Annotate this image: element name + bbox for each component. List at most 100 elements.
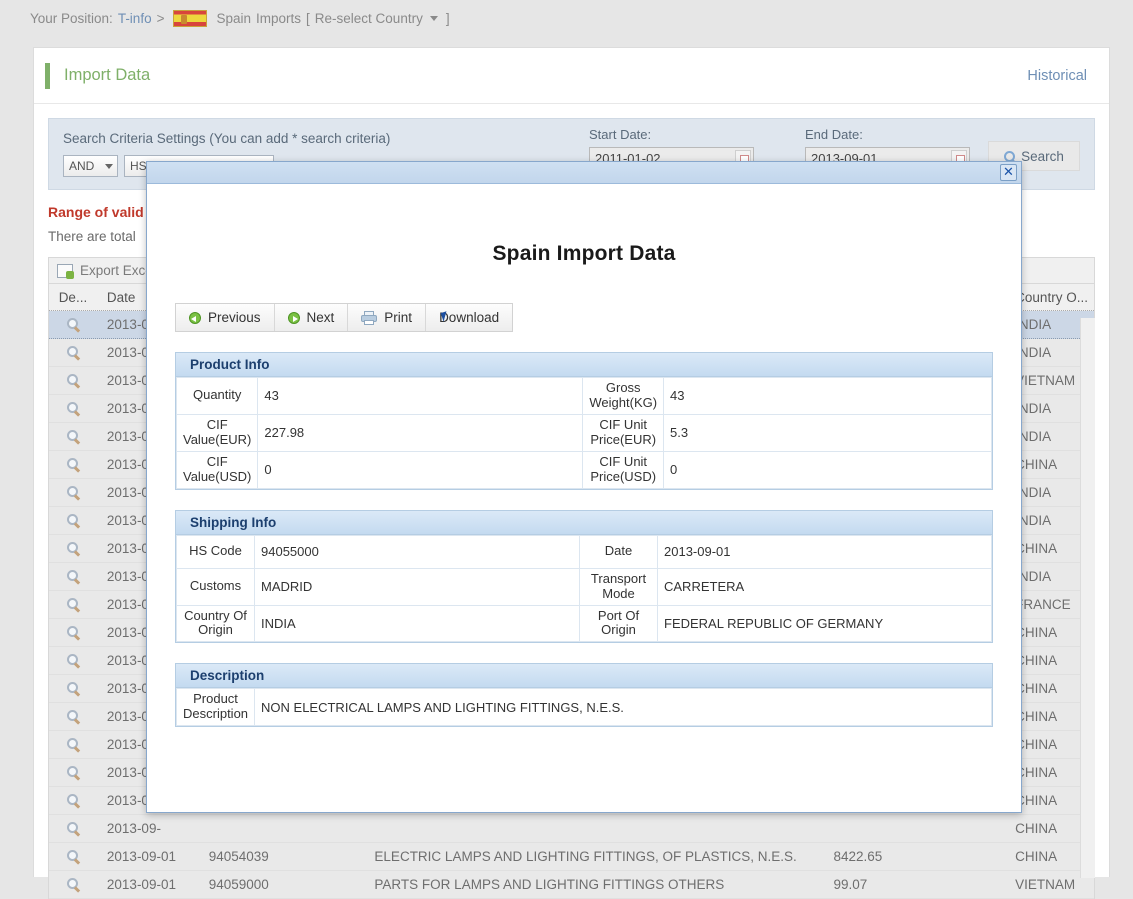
chevron-down-icon[interactable] bbox=[430, 16, 438, 21]
breadcrumb-section: Imports bbox=[256, 11, 301, 26]
magnifier-icon[interactable] bbox=[67, 878, 78, 889]
detail-cell[interactable] bbox=[49, 541, 97, 556]
detail-cell[interactable] bbox=[49, 373, 97, 388]
detail-cell[interactable] bbox=[49, 345, 97, 360]
magnifier-icon[interactable] bbox=[67, 430, 78, 441]
detail-cell[interactable] bbox=[49, 597, 97, 612]
table-row[interactable]: 2013-09-0194054039ELECTRIC LAMPS AND LIG… bbox=[49, 843, 1094, 871]
table-row[interactable]: 2013-09-0194059000PARTS FOR LAMPS AND LI… bbox=[49, 871, 1094, 899]
magnifier-icon[interactable] bbox=[67, 486, 78, 497]
print-button[interactable]: Print bbox=[348, 304, 426, 331]
previous-button[interactable]: Previous bbox=[176, 304, 275, 331]
table-row: Product Description NON ELECTRICAL LAMPS… bbox=[177, 689, 992, 726]
table-row: Country Of Origin INDIA Port Of Origin F… bbox=[177, 605, 992, 642]
detail-cell[interactable] bbox=[49, 765, 97, 780]
column-header-detail[interactable]: De... bbox=[49, 290, 97, 305]
hs-code-value: 94055000 bbox=[255, 535, 580, 568]
close-icon[interactable]: ✕ bbox=[1000, 164, 1017, 181]
magnifier-icon[interactable] bbox=[67, 654, 78, 665]
arrow-left-icon bbox=[189, 312, 201, 324]
table-scrollbar[interactable] bbox=[1080, 318, 1095, 878]
gross-weight-value: 43 bbox=[664, 378, 992, 415]
magnifier-icon[interactable] bbox=[67, 766, 78, 777]
magnifier-icon[interactable] bbox=[67, 374, 78, 385]
detail-cell[interactable] bbox=[49, 821, 97, 836]
detail-cell[interactable] bbox=[49, 457, 97, 472]
next-button[interactable]: Next bbox=[275, 304, 349, 331]
detail-cell[interactable] bbox=[49, 737, 97, 752]
modal-toolbar: Previous Next Print Download bbox=[175, 303, 513, 332]
magnifier-icon[interactable] bbox=[67, 598, 78, 609]
detail-cell[interactable] bbox=[49, 317, 97, 332]
customs-label: Customs bbox=[177, 568, 255, 605]
detail-cell[interactable] bbox=[49, 681, 97, 696]
logic-select-value: AND bbox=[69, 159, 94, 173]
detail-cell[interactable] bbox=[49, 429, 97, 444]
reselect-bracket-open: [ bbox=[306, 11, 310, 26]
cell-date: 2013-09-01 bbox=[97, 877, 197, 892]
detail-cell[interactable] bbox=[49, 569, 97, 584]
magnifier-icon[interactable] bbox=[67, 402, 78, 413]
detail-cell[interactable] bbox=[49, 513, 97, 528]
magnifier-icon[interactable] bbox=[67, 570, 78, 581]
magnifier-icon[interactable] bbox=[67, 794, 78, 805]
cell-description: ELECTRIC LAMPS AND LIGHTING FITTINGS, OF… bbox=[356, 849, 825, 864]
description-section: Description Product Description NON ELEC… bbox=[175, 663, 993, 727]
magnifier-icon[interactable] bbox=[67, 346, 78, 357]
printer-icon bbox=[361, 311, 377, 325]
cell-date: 2013-09-01 bbox=[97, 849, 197, 864]
magnifier-icon[interactable] bbox=[67, 822, 78, 833]
cif-unit-price-eur-label: CIF Unit Price(EUR) bbox=[583, 414, 664, 451]
detail-cell[interactable] bbox=[49, 653, 97, 668]
search-icon bbox=[1004, 151, 1015, 162]
table-row: Customs MADRID Transport Mode CARRETERA bbox=[177, 568, 992, 605]
next-button-label: Next bbox=[307, 310, 335, 325]
card-header: Import Data Historical bbox=[34, 48, 1109, 104]
page-title: Import Data bbox=[64, 66, 1027, 85]
excel-icon bbox=[57, 264, 73, 278]
magnifier-icon[interactable] bbox=[67, 626, 78, 637]
breadcrumb-separator: > bbox=[157, 11, 165, 26]
download-button[interactable]: Download bbox=[426, 304, 512, 331]
import-detail-modal: ✕ Spain Import Data Previous Next Print … bbox=[146, 161, 1022, 813]
detail-cell[interactable] bbox=[49, 849, 97, 864]
magnifier-icon[interactable] bbox=[67, 458, 78, 469]
cif-value-eur-label: CIF Value(EUR) bbox=[177, 414, 258, 451]
historical-link[interactable]: Historical bbox=[1027, 68, 1087, 84]
breadcrumb-prefix: Your Position: bbox=[30, 11, 113, 26]
date-label: Date bbox=[580, 535, 658, 568]
product-info-table: Quantity 43 Gross Weight(KG) 43 CIF Valu… bbox=[176, 377, 992, 489]
logic-select[interactable]: AND bbox=[63, 155, 118, 177]
cif-value-eur-value: 227.98 bbox=[258, 414, 583, 451]
magnifier-icon[interactable] bbox=[67, 738, 78, 749]
breadcrumb: Your Position: T-info > Spain Imports [ … bbox=[0, 0, 1133, 36]
shipping-info-table: HS Code 94055000 Date 2013-09-01 Customs… bbox=[176, 535, 992, 643]
cif-unit-price-eur-value: 5.3 bbox=[664, 414, 992, 451]
detail-cell[interactable] bbox=[49, 625, 97, 640]
country-of-origin-label: Country Of Origin bbox=[177, 605, 255, 642]
detail-cell[interactable] bbox=[49, 793, 97, 808]
breadcrumb-link-tinfo[interactable]: T-info bbox=[118, 11, 152, 26]
magnifier-icon[interactable] bbox=[67, 682, 78, 693]
modal-title: Spain Import Data bbox=[175, 184, 993, 266]
magnifier-icon[interactable] bbox=[67, 710, 78, 721]
detail-cell[interactable] bbox=[49, 485, 97, 500]
magnifier-icon[interactable] bbox=[67, 514, 78, 525]
magnifier-icon[interactable] bbox=[67, 318, 78, 329]
magnifier-icon[interactable] bbox=[67, 850, 78, 861]
cell-country: VIETNAM bbox=[1005, 877, 1094, 892]
start-date-label: Start Date: bbox=[589, 127, 754, 142]
table-row: HS Code 94055000 Date 2013-09-01 bbox=[177, 535, 992, 568]
chevron-down-icon bbox=[105, 164, 113, 169]
detail-cell[interactable] bbox=[49, 709, 97, 724]
cell-date: 2013-09- bbox=[97, 821, 197, 836]
detail-cell[interactable] bbox=[49, 401, 97, 416]
magnifier-icon[interactable] bbox=[67, 542, 78, 553]
quantity-label: Quantity bbox=[177, 378, 258, 415]
reselect-country-link[interactable]: Re-select Country bbox=[315, 11, 423, 26]
table-row: Quantity 43 Gross Weight(KG) 43 bbox=[177, 378, 992, 415]
table-row[interactable]: 2013-09-CHINA bbox=[49, 815, 1094, 843]
detail-cell[interactable] bbox=[49, 877, 97, 892]
previous-button-label: Previous bbox=[208, 310, 261, 325]
reselect-bracket-close: ] bbox=[446, 11, 450, 26]
